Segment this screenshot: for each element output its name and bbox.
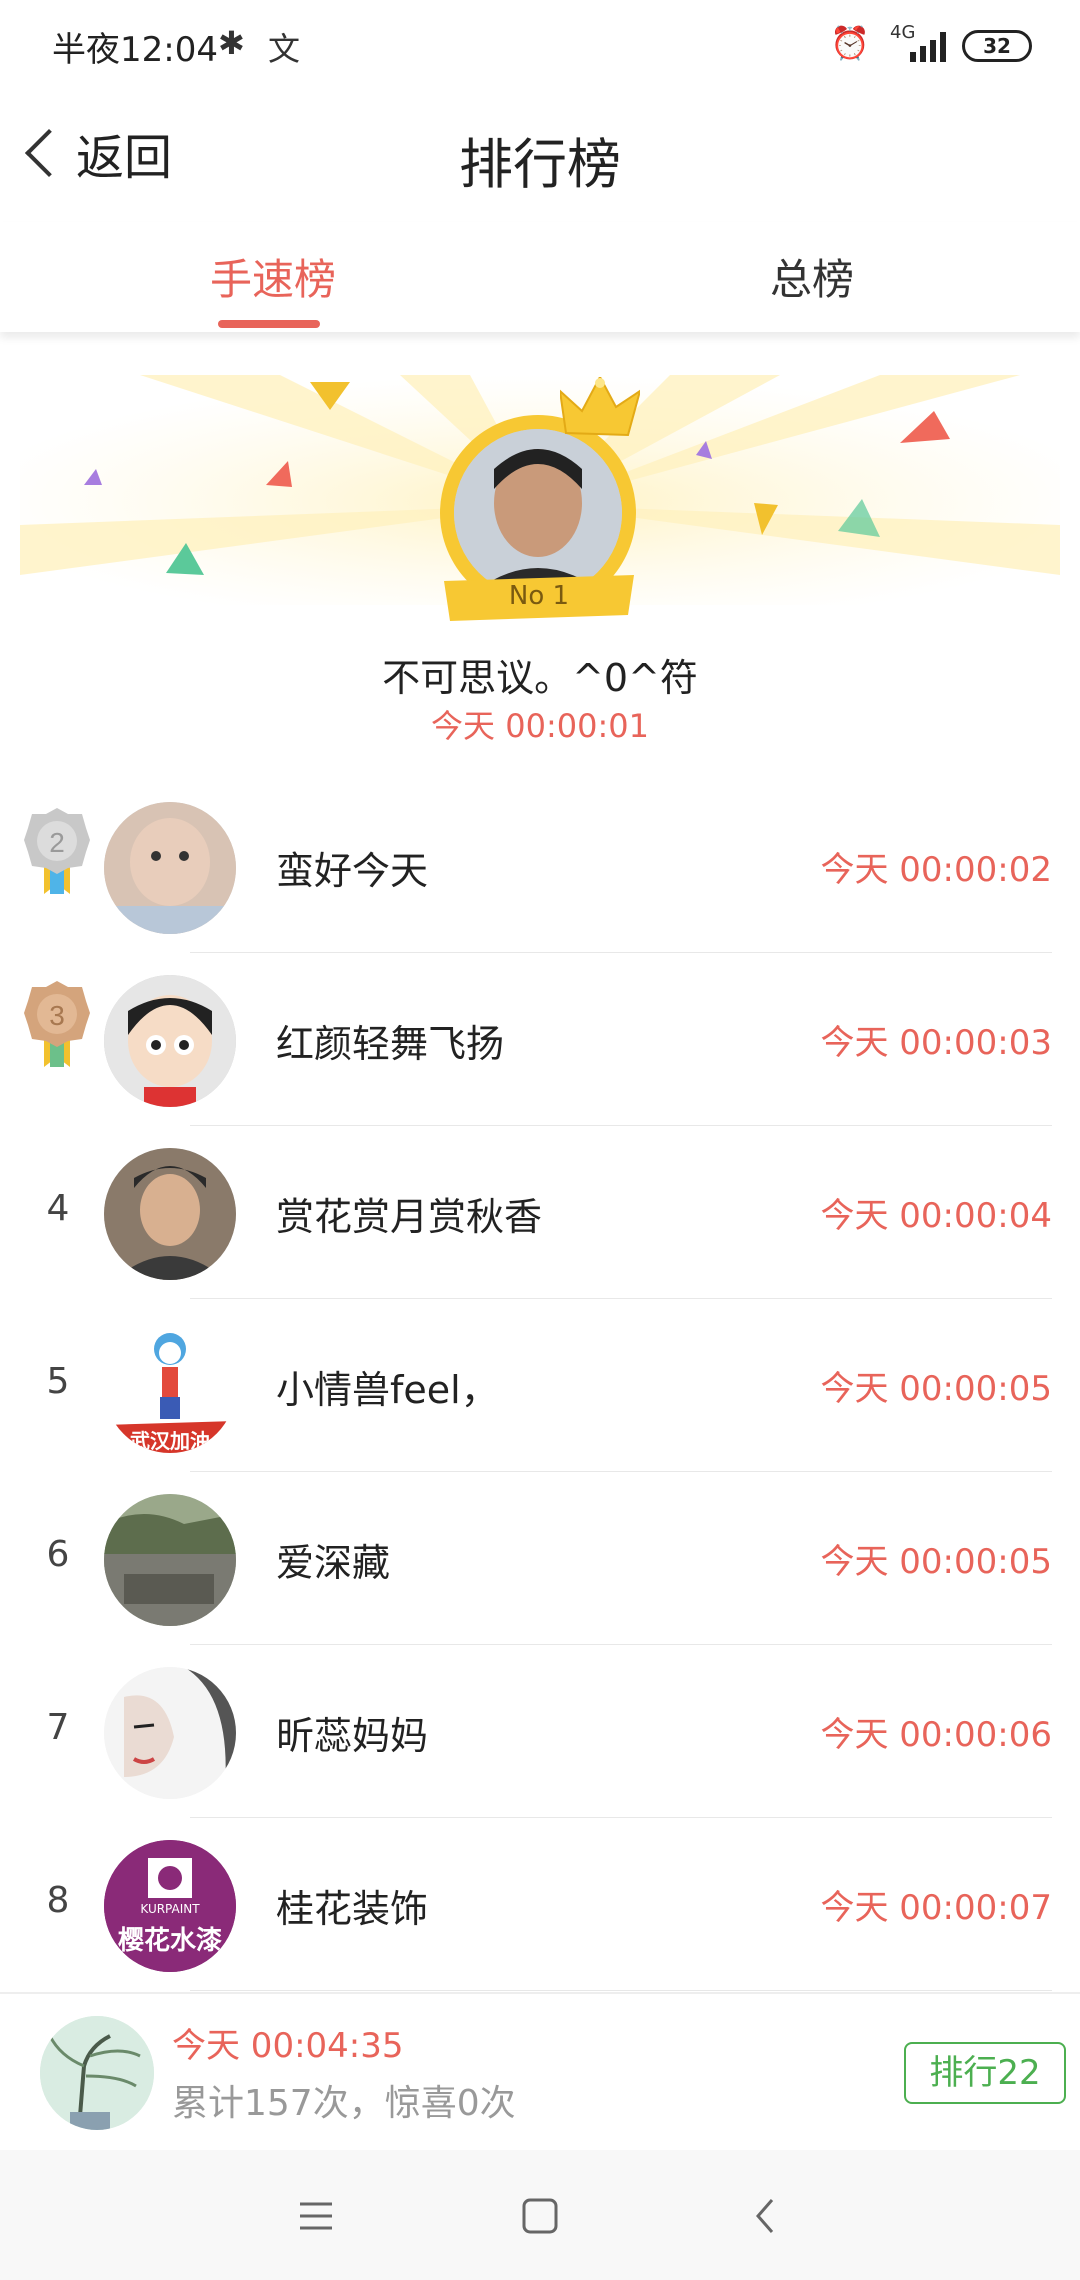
row-time: 今天 00:00:02 (820, 850, 1052, 890)
rank-number: 5 (46, 1361, 70, 1402)
avatar[interactable]: KURPAINT 樱花水漆 (104, 1840, 236, 1972)
row-time: 今天 00:00:06 (820, 1715, 1052, 1755)
rank-number: 6 (46, 1534, 70, 1575)
divider (190, 1990, 1052, 1991)
list-item[interactable]: 2 蛮好今天 今天 00:00:02 (0, 780, 1080, 953)
my-rank-bar: 今天 00:04:35 累计157次，惊喜0次 排行22 (0, 1992, 1080, 2150)
avatar-brand: KURPAINT (140, 1902, 200, 1916)
avatar[interactable] (104, 1494, 236, 1626)
medal-rank-number: 3 (49, 1000, 65, 1031)
my-time: 今天 00:04:35 (172, 2026, 404, 2066)
row-name: 蛮好今天 (276, 849, 429, 893)
avatar-caption: 樱花水漆 (117, 1926, 222, 1956)
row-name: 爱深藏 (276, 1541, 391, 1585)
tab-total-ranking[interactable]: 总榜 (770, 246, 854, 307)
status-time: 半夜12:04 (52, 30, 218, 70)
system-nav-bar (0, 2150, 1080, 2280)
avatar[interactable] (104, 802, 236, 934)
row-time: 今天 00:00:03 (820, 1023, 1052, 1063)
list-item[interactable]: 3 红颜轻舞飞扬 今天 00:00:03 (0, 953, 1080, 1126)
winner-name: 不可思议。^0^符 (382, 656, 698, 700)
list-item[interactable]: 6 爱深藏 今天 00:00:05 (0, 1472, 1080, 1645)
crown-icon (560, 377, 640, 437)
bronze-medal-icon: 3 (24, 981, 90, 1067)
active-tab-indicator (218, 320, 320, 328)
rank-number: 4 (46, 1188, 70, 1229)
tab-bar: 手速榜 总榜 (0, 222, 1080, 332)
silver-medal-icon: 2 (24, 808, 90, 894)
winner-rank-badge: No 1 (508, 581, 570, 611)
row-name: 昕蕊妈妈 (276, 1714, 429, 1758)
avatar-caption: 武汉加油 (130, 1429, 210, 1453)
header: 返回 排行榜 (0, 90, 1080, 220)
bluetooth-icon: ✱ (218, 24, 245, 62)
winner-avatar[interactable] (454, 429, 622, 597)
page-title: 排行榜 (459, 133, 621, 196)
rank-number: 7 (46, 1707, 70, 1748)
battery-icon: 32 (962, 30, 1032, 62)
alarm-icon: ⏰ (830, 24, 870, 62)
medal-rank-number: 2 (49, 827, 65, 858)
tab-speed-ranking[interactable]: 手速榜 (210, 246, 336, 307)
row-time: 今天 00:00:05 (820, 1542, 1052, 1582)
my-stats: 累计157次，惊喜0次 (172, 2083, 516, 2124)
home-icon[interactable] (510, 2186, 570, 2246)
avatar[interactable] (104, 1667, 236, 1799)
rank-number: 8 (46, 1880, 70, 1921)
row-time: 今天 00:00:07 (820, 1888, 1052, 1928)
avatar[interactable]: 武汉加油 (104, 1321, 236, 1453)
row-name: 桂花装饰 (276, 1887, 429, 1931)
menu-icon[interactable] (286, 2186, 346, 2246)
list-item[interactable]: 8 KURPAINT 樱花水漆 桂花装饰 今天 00:00:07 (0, 1818, 1080, 1991)
list-item[interactable]: 5 武汉加油 小情兽feel， 今天 00:00:05 (0, 1299, 1080, 1472)
status-bar: 半夜12:04 ✱ 文 ⏰ 4G 32 (0, 0, 1080, 90)
my-rank-button[interactable]: 排行22 (904, 2042, 1066, 2104)
avatar[interactable] (104, 1148, 236, 1280)
row-name: 红颜轻舞飞扬 (276, 1022, 505, 1066)
avatar[interactable] (104, 975, 236, 1107)
winner-section: No 1 不可思议。^0^符 今天 00:00:01 (0, 335, 1080, 765)
list-item[interactable]: 7 昕蕊妈妈 今天 00:00:06 (0, 1645, 1080, 1818)
row-time: 今天 00:00:04 (820, 1196, 1052, 1236)
row-time: 今天 00:00:05 (820, 1369, 1052, 1409)
my-avatar[interactable] (40, 2016, 154, 2130)
row-name: 小情兽feel， (276, 1368, 499, 1412)
winner-time: 今天 00:00:01 (431, 707, 649, 745)
back-nav-icon[interactable] (736, 2186, 796, 2246)
app-notification-icon: 文 (268, 30, 301, 68)
signal-icon (910, 32, 946, 62)
list-item[interactable]: 4 赏花赏月赏秋香 今天 00:00:04 (0, 1126, 1080, 1299)
row-name: 赏花赏月赏秋香 (276, 1195, 543, 1239)
